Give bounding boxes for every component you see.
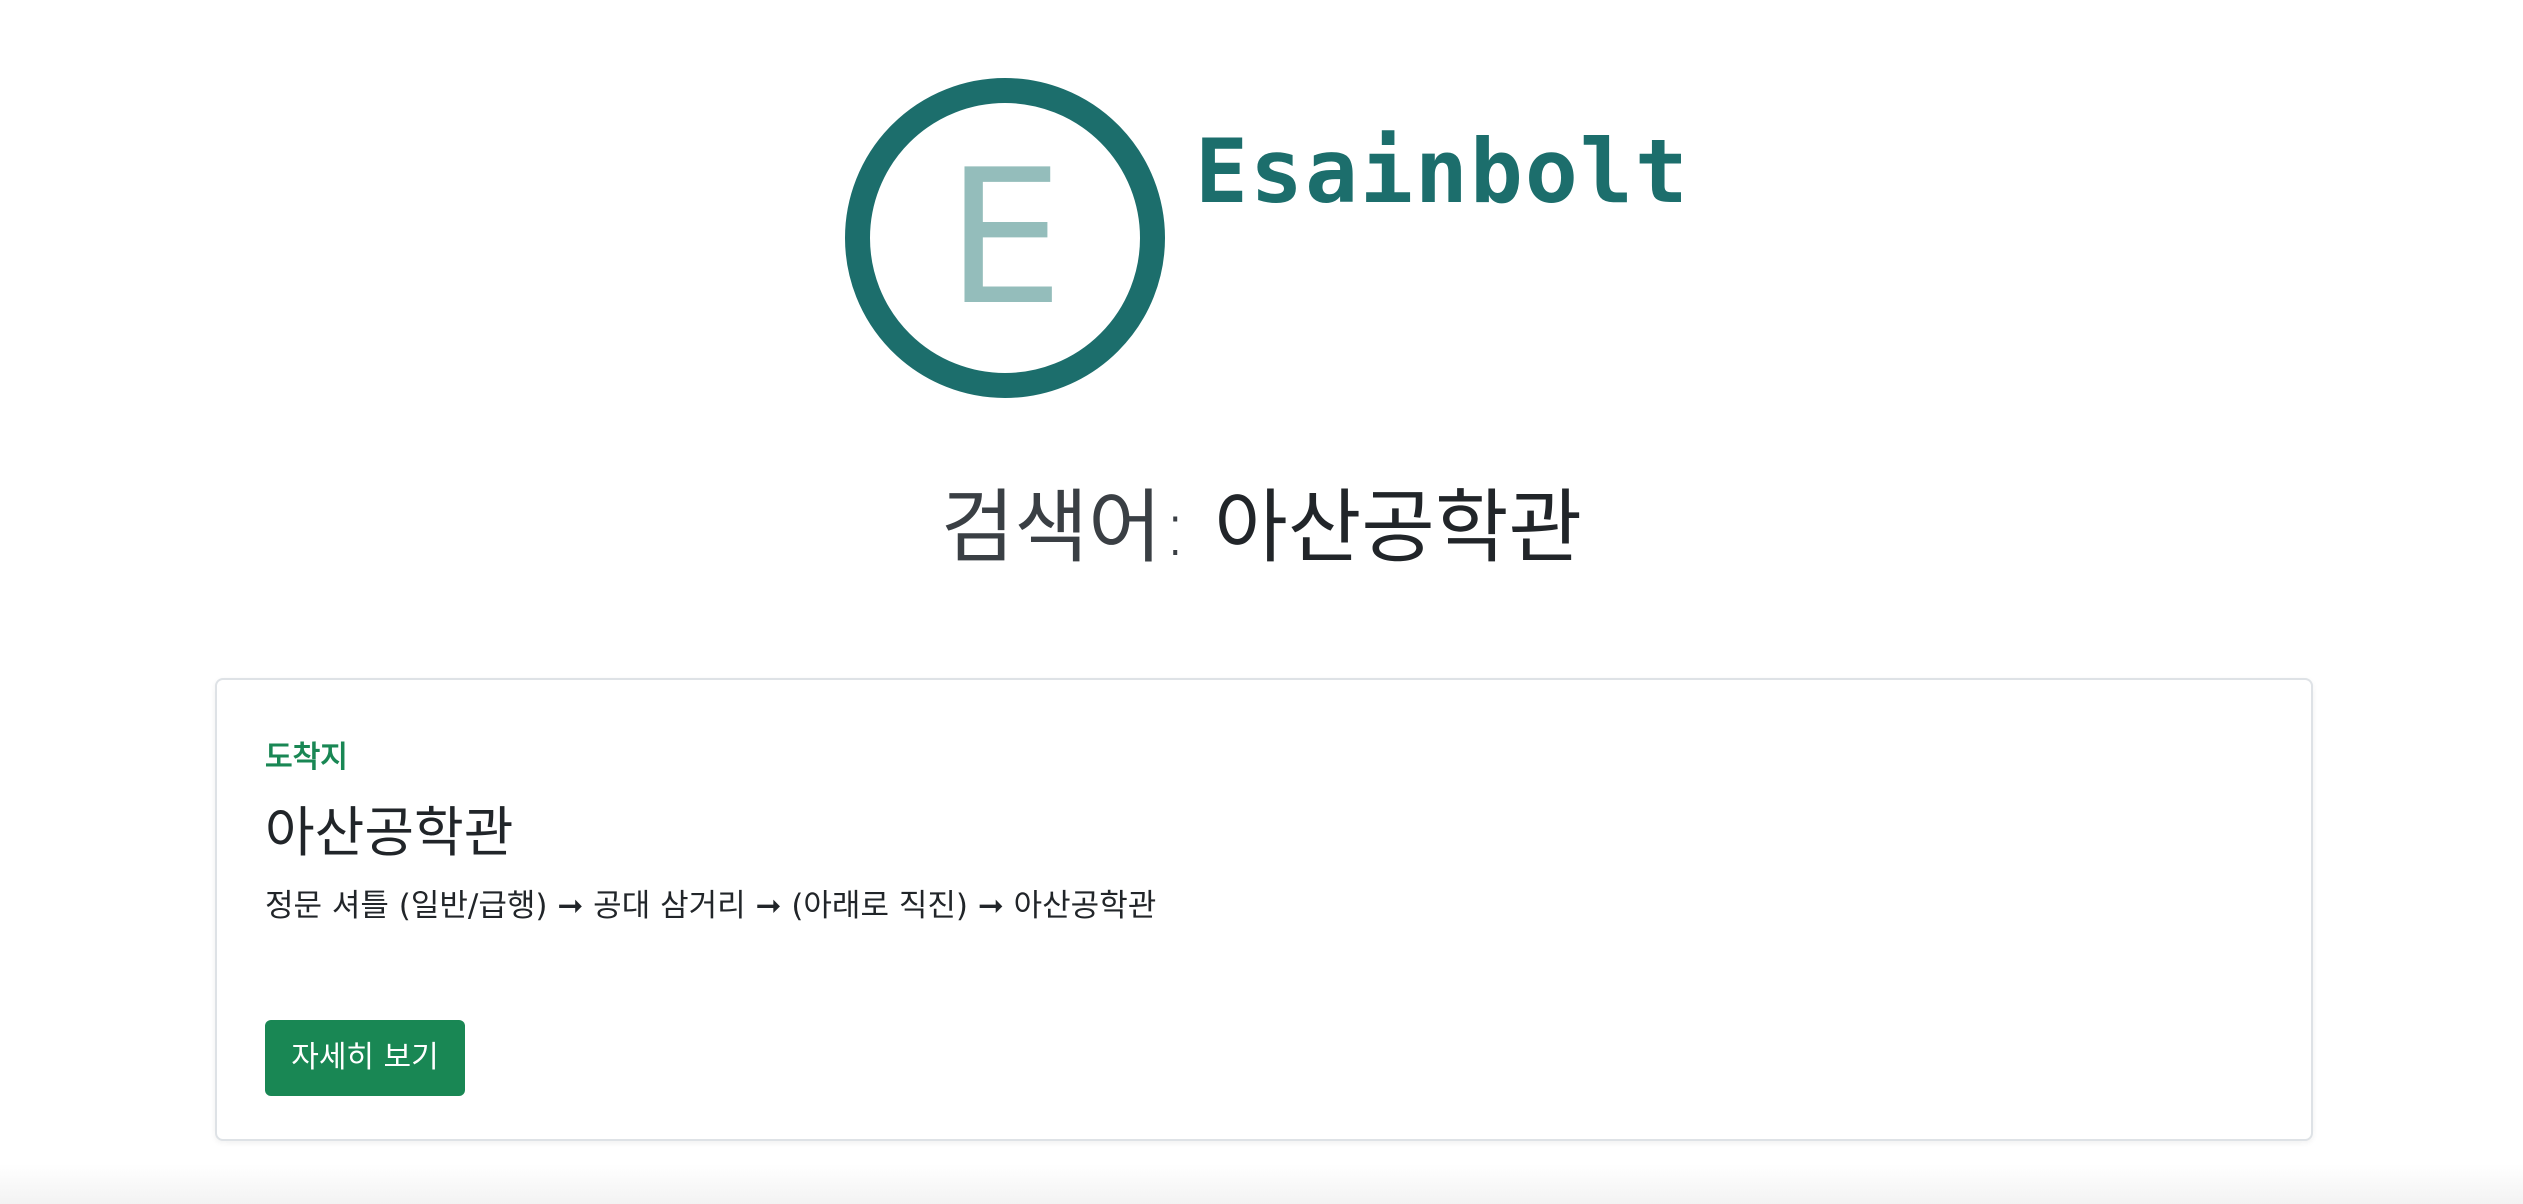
view-details-button[interactable]: 자세히 보기 [265,1020,465,1096]
bottom-fade [0,1164,2523,1204]
search-label: 검색어: [940,481,1189,574]
page: E Esainbolt 검색어: 아산공학관 도착지 아산공학관 정문 셔틀 (… [0,0,2523,1204]
search-term: 아산공학관 [1214,481,1583,574]
search-heading: 검색어: 아산공학관 [0,480,2523,576]
card-eyebrow: 도착지 [265,740,348,775]
result-card: 도착지 아산공학관 정문 셔틀 (일반/급행) ➞ 공대 삼거리 ➞ (아래로 … [215,678,2313,1141]
route-description: 정문 셔틀 (일반/급행) ➞ 공대 삼거리 ➞ (아래로 직진) ➞ 아산공학… [265,888,1157,924]
card-title: 아산공학관 [265,801,514,864]
logo-letter: E [946,129,1064,346]
brand-name: Esainbolt [1195,120,1690,223]
